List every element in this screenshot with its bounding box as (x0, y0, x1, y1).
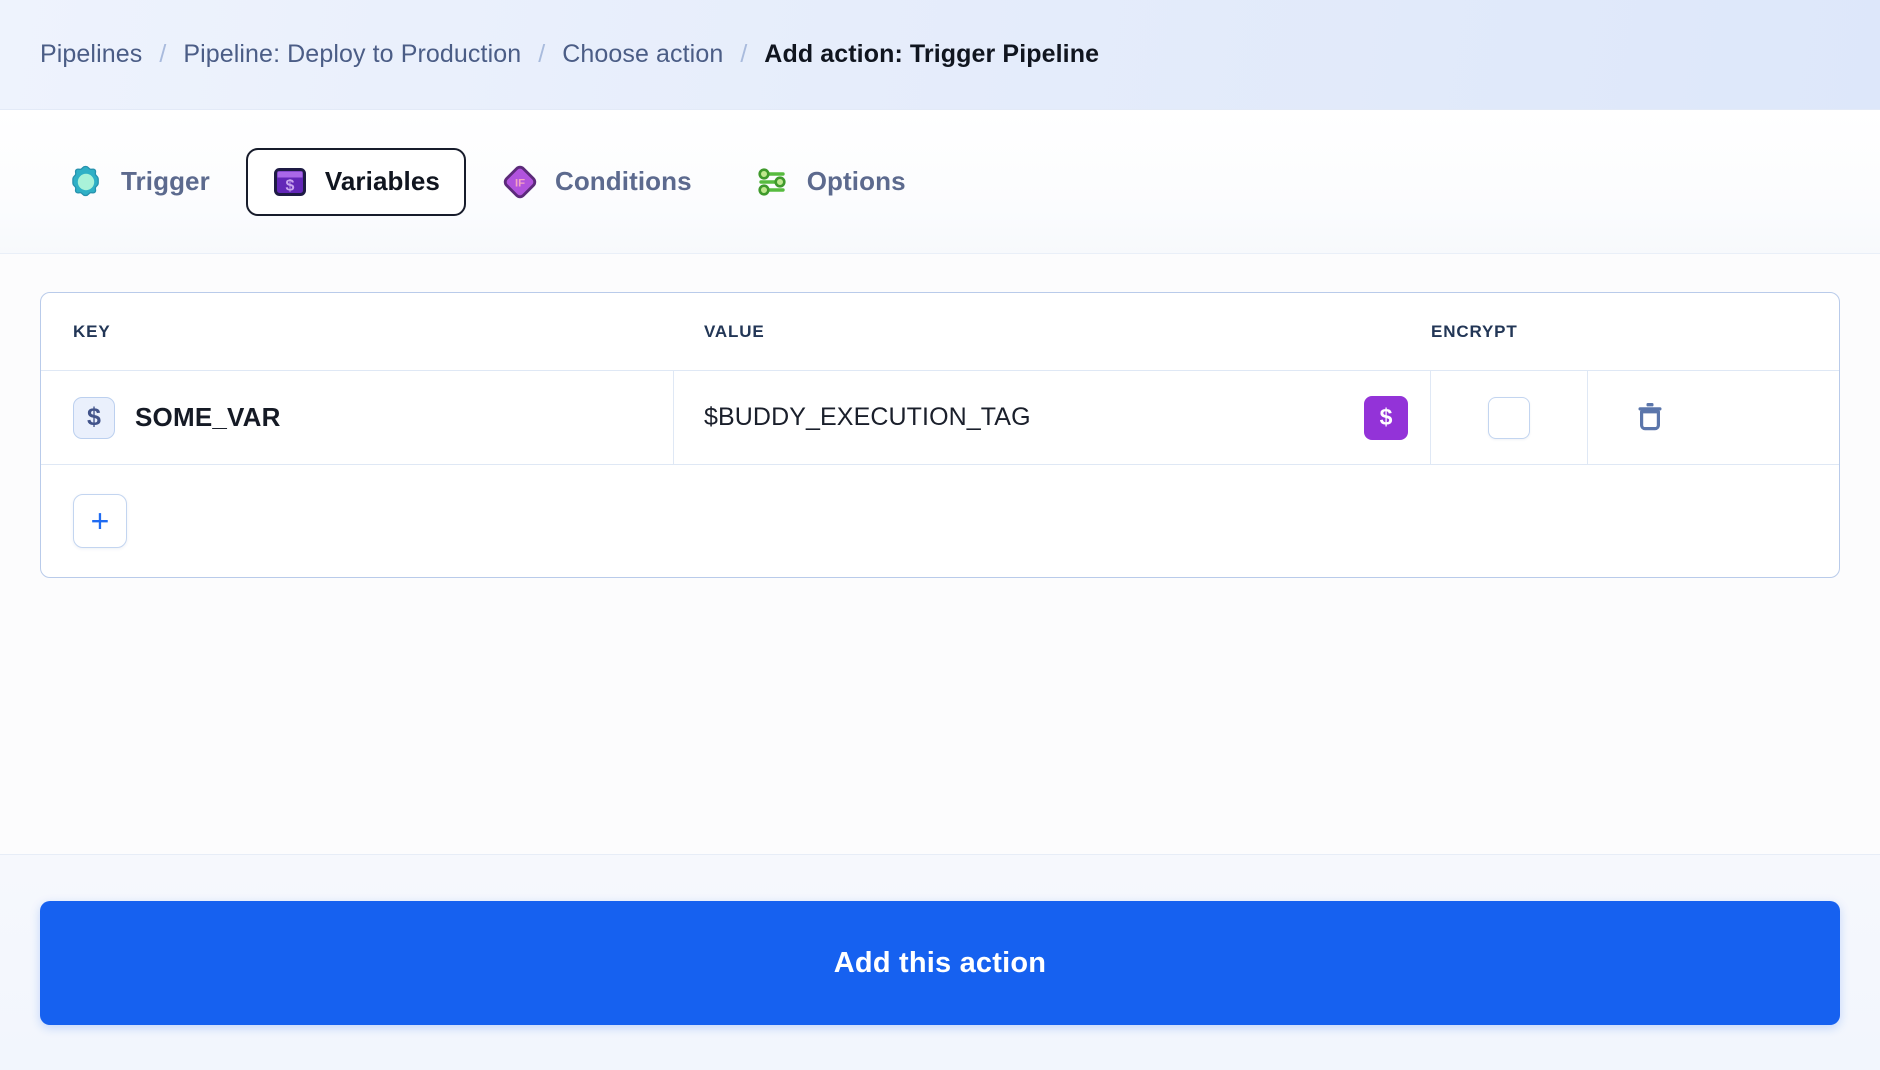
breadcrumb-item-pipelines[interactable]: Pipelines (40, 42, 142, 67)
variable-value-text[interactable]: $BUDDY_EXECUTION_TAG (704, 403, 1031, 432)
variables-table: KEY VALUE ENCRYPT $ SOME_VAR $BUDDY_EXEC… (40, 292, 1840, 578)
breadcrumb-item-pipeline[interactable]: Pipeline: Deploy to Production (183, 42, 521, 67)
tab-options[interactable]: Options (728, 148, 932, 216)
trash-icon (1635, 400, 1665, 435)
tab-variables-label: Variables (324, 166, 440, 196)
table-header-row: KEY VALUE ENCRYPT (41, 293, 1839, 371)
cell-key: $ SOME_VAR (41, 371, 674, 464)
breadcrumb-separator: / (538, 40, 546, 68)
main-content: KEY VALUE ENCRYPT $ SOME_VAR $BUDDY_EXEC… (0, 254, 1880, 855)
tab-variables[interactable]: $ Variables (245, 147, 466, 216)
add-action-variables-page: Pipelines / Pipeline: Deploy to Producti… (0, 0, 1880, 1070)
page-footer: Add this action (0, 855, 1880, 1070)
svg-text:$: $ (285, 177, 294, 194)
tab-trigger[interactable]: Trigger (42, 148, 236, 216)
insert-variable-button[interactable]: $ (1364, 395, 1408, 440)
breadcrumb-item-choose-action[interactable]: Choose action (562, 42, 723, 67)
svg-text:IF: IF (515, 177, 525, 189)
cell-delete (1588, 371, 1712, 464)
tab-bar: Trigger $ Variables IF Conditions Option… (0, 110, 1880, 254)
cell-encrypt (1431, 371, 1588, 464)
add-variable-button[interactable]: + (73, 494, 127, 548)
gear-icon (68, 164, 104, 200)
tab-trigger-label: Trigger (121, 166, 210, 196)
encrypt-checkbox[interactable] (1488, 396, 1530, 439)
add-this-action-button[interactable]: Add this action (40, 901, 1840, 1025)
if-diamond-icon: IF (502, 164, 538, 200)
variable-icon: $ (272, 164, 308, 200)
tab-options-label: Options (806, 166, 906, 196)
delete-variable-button[interactable] (1628, 396, 1672, 440)
dollar-badge-icon[interactable]: $ (73, 396, 115, 439)
column-header-encrypt: ENCRYPT (1431, 321, 1518, 341)
column-header-key: KEY (73, 321, 111, 341)
breadcrumb-separator: / (159, 40, 167, 68)
cell-value: $BUDDY_EXECUTION_TAG $ (674, 371, 1431, 464)
tab-conditions[interactable]: IF Conditions (476, 148, 718, 216)
breadcrumb-bar: Pipelines / Pipeline: Deploy to Producti… (0, 0, 1880, 110)
table-footer: + (41, 465, 1839, 577)
breadcrumb-separator: / (740, 40, 748, 68)
sliders-icon (754, 164, 790, 200)
variable-key-value[interactable]: SOME_VAR (135, 402, 281, 433)
breadcrumb: Pipelines / Pipeline: Deploy to Producti… (40, 42, 1099, 67)
tab-conditions-label: Conditions (554, 166, 692, 196)
column-header-value: VALUE (704, 321, 765, 341)
breadcrumb-item-add-action: Add action: Trigger Pipeline (764, 40, 1100, 68)
table-row: $ SOME_VAR $BUDDY_EXECUTION_TAG $ (41, 371, 1839, 465)
